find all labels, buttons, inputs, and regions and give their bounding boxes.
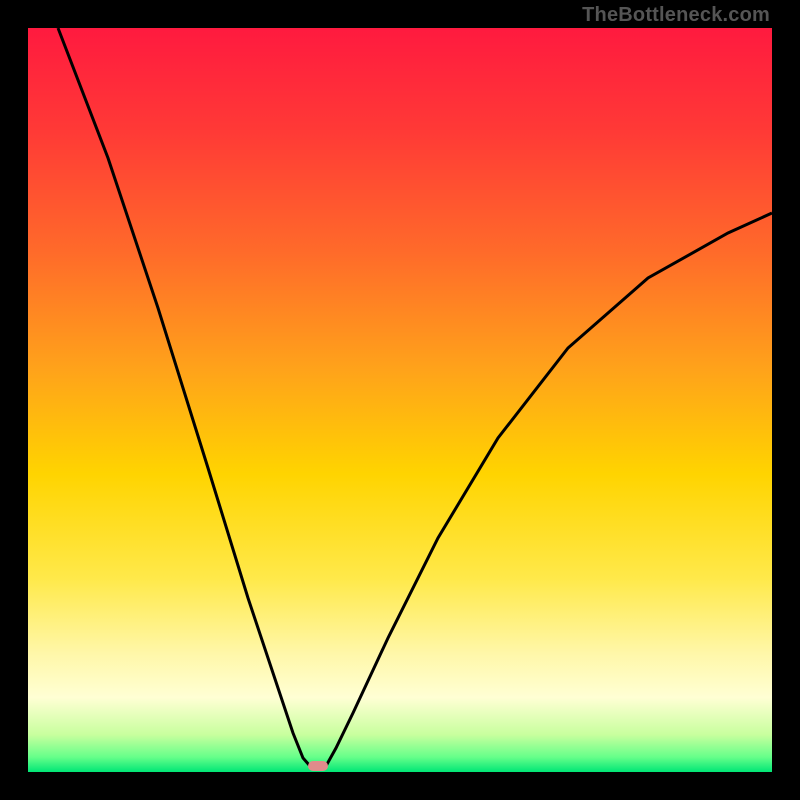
optimum-marker — [308, 761, 328, 771]
curve-left-branch — [58, 28, 310, 766]
plot-area — [28, 28, 772, 772]
watermark-label: TheBottleneck.com — [582, 4, 770, 27]
bottleneck-curve — [28, 28, 772, 772]
curve-right-branch — [326, 213, 772, 766]
chart-frame: TheBottleneck.com — [0, 0, 800, 800]
